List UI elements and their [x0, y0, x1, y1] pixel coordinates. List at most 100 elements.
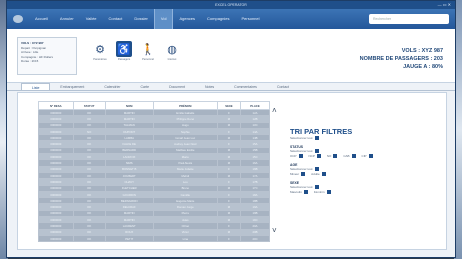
filter-option[interactable]: NO [327, 154, 340, 158]
search-input[interactable]: Rechercher [369, 14, 449, 24]
column-header[interactable]: PLACE [240, 101, 270, 110]
nav-agences[interactable]: Agences [173, 9, 201, 29]
chevron-up-icon[interactable]: ˄ [272, 107, 278, 115]
window-controls[interactable]: — ▭ ✕ [438, 1, 451, 9]
filter-select-all-label: Sélectionner tout [290, 167, 313, 171]
checkbox-icon[interactable] [314, 136, 319, 140]
checkbox-icon[interactable] [351, 154, 356, 158]
column-header[interactable]: NOM [104, 101, 154, 110]
settings-tool-button[interactable]: ⚙ Paramètres [91, 41, 109, 65]
filter-option-label: Adulte [311, 172, 320, 176]
checkbox-icon[interactable] [333, 154, 338, 158]
filter-groups: STATUS Sélectionner tout OCP NCP NO CAB CIP AGE… [290, 145, 430, 194]
stat-vols: VOLS : XYZ 987 [401, 48, 443, 54]
filter-option[interactable]: Féminin [314, 190, 333, 194]
filter-option-label: CIP [361, 154, 367, 158]
filter-option[interactable]: OCP [290, 154, 305, 158]
nav-accueil[interactable]: Accueil [29, 9, 54, 29]
checkbox-icon[interactable] [301, 172, 306, 176]
filter-option-label: CAB [343, 154, 350, 158]
nav-compagnies[interactable]: Compagnies [201, 9, 235, 29]
passengers-tool-button[interactable]: ♿ Passagers [115, 41, 133, 65]
checkbox-icon[interactable] [326, 190, 331, 194]
flight-info-box: VOLS : XYZ 987 Départ : Perpignan Arrivé… [17, 37, 77, 75]
stat-passengers: NOMBRE DE PASSAGERS : 203 [359, 56, 443, 62]
filter-option-label: NCP [308, 154, 315, 158]
checkbox-icon[interactable] [314, 185, 319, 189]
table-header-row: Nº RESA STATUT NOM PRÉNOM SEXE PLACE [38, 101, 270, 110]
filter-options: Mineur Adulte [290, 172, 430, 176]
checkbox-icon[interactable] [303, 190, 308, 194]
tool-label: Paramètres [93, 58, 107, 61]
column-header[interactable]: STATUT [72, 101, 106, 110]
tab-embarquement[interactable]: Embarquement [50, 83, 94, 90]
nav-dossier[interactable]: Dossier [128, 9, 154, 29]
filter-group: STATUS Sélectionner tout OCP NCP NO CAB CIP [290, 145, 430, 158]
filter-option-label: Féminin [313, 190, 325, 194]
filter-select-all[interactable]: Sélectionner tout [290, 185, 430, 189]
column-header[interactable]: SEXE [216, 101, 242, 110]
filter-option-label: Masculin [290, 190, 302, 194]
filter-option[interactable]: Masculin [290, 190, 310, 194]
nav-annuler[interactable]: Annuler [54, 9, 80, 29]
globe-icon: ◍ [167, 43, 177, 56]
select-all-label: Sélectionner tout [290, 136, 313, 140]
filter-option[interactable]: Mineur [290, 172, 307, 176]
table-cell: 20C [240, 234, 270, 243]
filter-option[interactable]: NCP [309, 154, 323, 158]
filter-select-all[interactable]: Sélectionner tout [290, 149, 430, 153]
tool-label: Passagers [117, 58, 131, 61]
filter-group: AGE Sélectionner tout Mineur Adulte [290, 163, 430, 176]
column-header[interactable]: Nº RESA [38, 101, 74, 110]
internet-tool-button[interactable]: ◍ Internet [163, 41, 181, 65]
tab-contact[interactable]: Contact [267, 83, 299, 90]
nav-contact[interactable]: Contact [103, 9, 129, 29]
tab-calendrier[interactable]: Calendrier [94, 83, 130, 90]
checkbox-icon[interactable] [298, 154, 303, 158]
tab-liste[interactable]: Liste [21, 83, 51, 90]
tab-document[interactable]: Document [159, 83, 195, 90]
filter-option[interactable]: Adulte [311, 172, 328, 176]
staff-tool-button[interactable]: 🚶 Personnel [139, 41, 157, 65]
checkbox-icon[interactable] [316, 154, 321, 158]
checkbox-icon[interactable] [321, 172, 326, 176]
title-bar: EXCEL OPERATOR — ▭ ✕ [7, 1, 455, 9]
nav-personnel[interactable]: Personnel [236, 9, 266, 29]
app-logo-icon [13, 15, 23, 23]
chevron-down-icon[interactable]: ˅ [272, 227, 278, 235]
tool-label: Internet [167, 58, 177, 61]
table-scrollbar[interactable]: ˄ ˅ [272, 107, 278, 243]
table-cell: F [216, 234, 242, 243]
table-cell: 0000000 [38, 234, 74, 243]
person-icon: 🚶 [141, 43, 155, 56]
flight-stats: VOLS : XYZ 987 NOMBRE DE PASSAGERS : 203… [360, 47, 443, 71]
window-title: EXCEL OPERATOR [215, 3, 247, 7]
tab-notes[interactable]: Notes [195, 83, 224, 90]
filters-panel: TRI PAR FILTRES Sélectionner tout STATUS… [290, 127, 430, 194]
checkbox-icon[interactable] [368, 154, 373, 158]
select-all-filters[interactable]: Sélectionner tout [290, 136, 430, 140]
filters-title: TRI PAR FILTRES [290, 127, 353, 136]
flight-duration: Durée : 2h15 [21, 59, 39, 63]
stat-gauge: JAUGE A : 80% [403, 64, 443, 70]
column-header[interactable]: PRÉNOM [152, 101, 218, 110]
checkbox-icon[interactable] [314, 149, 319, 153]
nav-vallee[interactable]: Vallée [80, 9, 103, 29]
filter-option[interactable]: CIP [362, 154, 375, 158]
tab-carte[interactable]: Carte [131, 83, 160, 90]
tool-label: Personnel [142, 58, 154, 61]
app-window: EXCEL OPERATOR — ▭ ✕ Accueil Annuler Val… [6, 0, 456, 258]
table-cell: PETIT [104, 234, 154, 243]
nav-vol[interactable]: Vol [153, 9, 174, 29]
filter-options: OCP NCP NO CAB CIP [290, 154, 430, 158]
passenger-icon: ♿ [116, 41, 132, 57]
tab-commentaires[interactable]: Commentaires [224, 83, 267, 90]
list-panel: Nº RESA STATUT NOM PRÉNOM SEXE PLACE 0000000 O… [17, 92, 447, 250]
filter-options: Masculin Féminin [290, 190, 430, 194]
filter-group: SEXE Sélectionner tout Masculin Féminin [290, 181, 430, 194]
filter-select-all[interactable]: Sélectionner tout [290, 167, 430, 171]
checkbox-icon[interactable] [314, 167, 319, 171]
table-cell: Lina [152, 234, 218, 243]
table-row[interactable]: 0000000 OK PETIT Lina F 20C [38, 234, 270, 243]
filter-option[interactable]: CAB [343, 154, 357, 158]
